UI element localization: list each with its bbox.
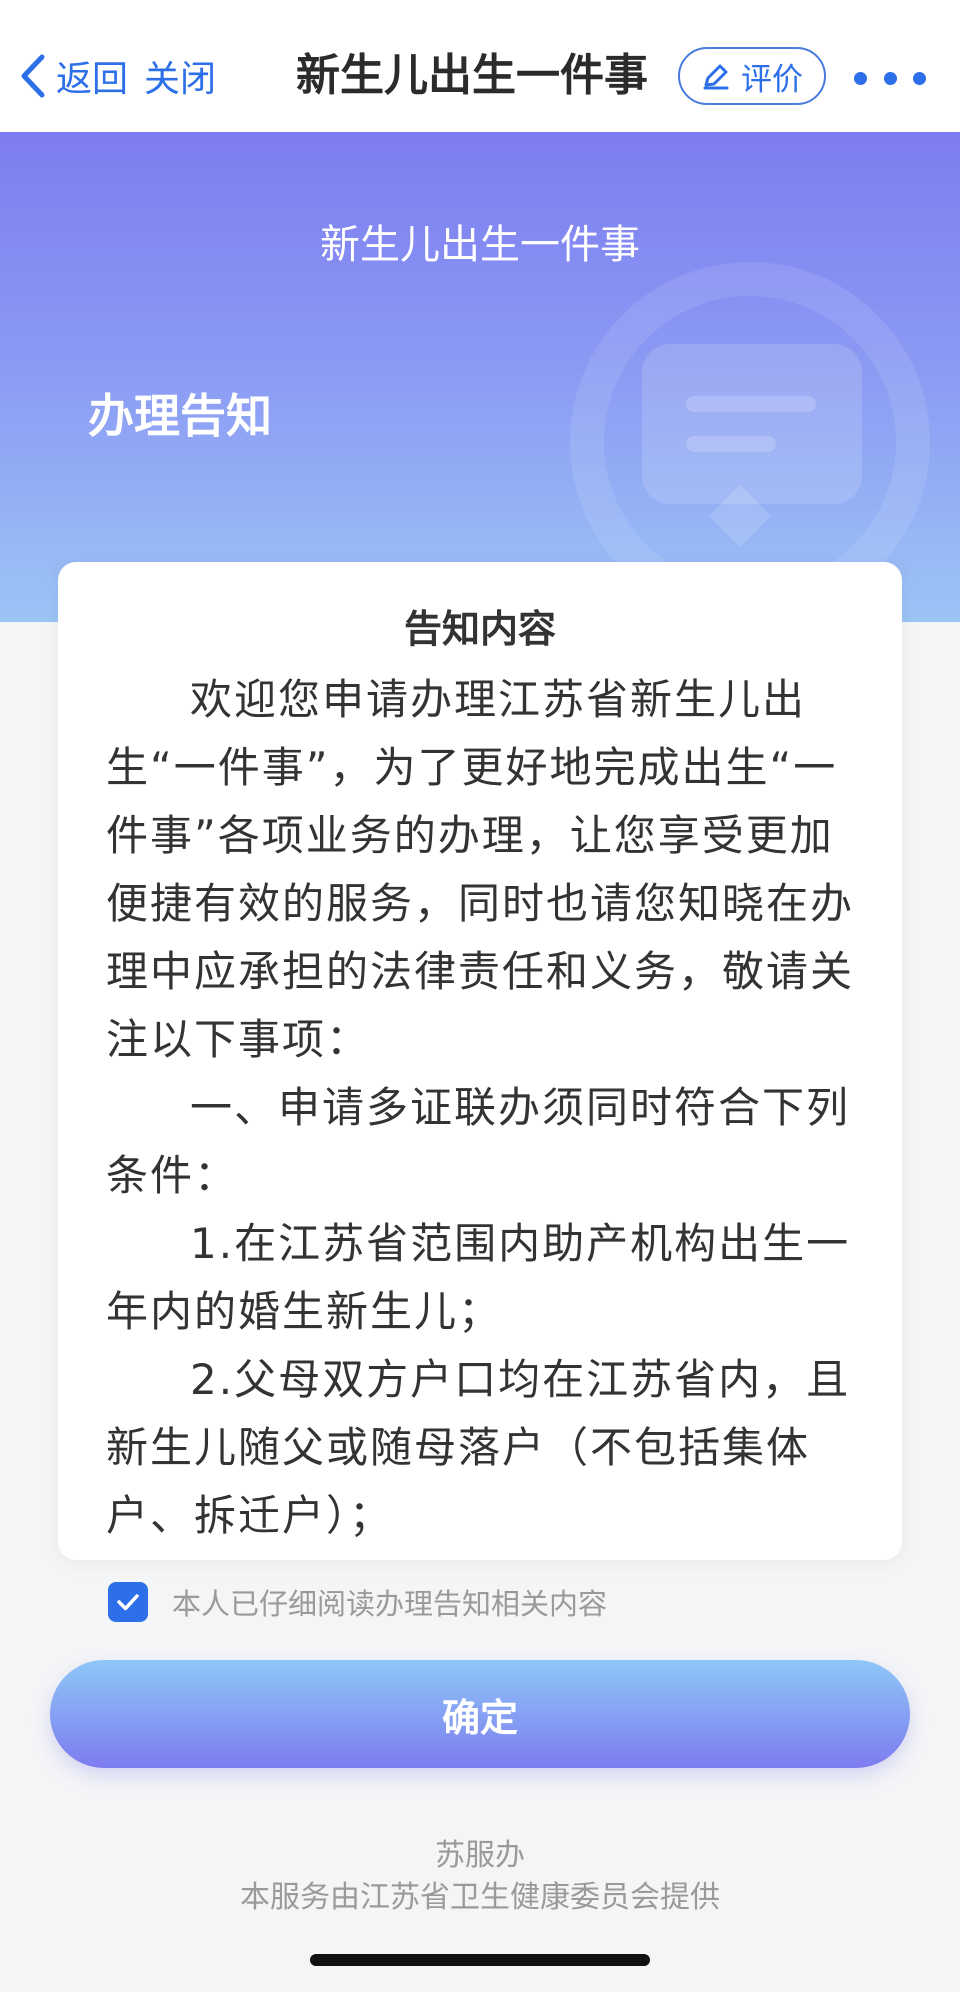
notice-card[interactable]: 告知内容 欢迎您申请办理江苏省新生儿出生“一件事”，为了更好地完成出生“一件事”… bbox=[58, 562, 902, 1560]
evaluate-button[interactable]: 评价 bbox=[678, 47, 826, 105]
page-title: 新生儿出生一件事 bbox=[296, 50, 648, 101]
header-banner: 新生儿出生一件事 办理告知 bbox=[0, 132, 960, 622]
footer-provider: 本服务由江苏省卫生健康委员会提供 bbox=[240, 1880, 720, 1915]
notice-content: 欢迎您申请办理江苏省新生儿出生“一件事”，为了更好地完成出生“一件事”各项业务的… bbox=[106, 666, 854, 1550]
notice-heading: 办理告知 bbox=[88, 389, 272, 443]
agreement-text: 本人已仔细阅读办理告知相关内容 bbox=[172, 1587, 608, 1621]
pencil-icon bbox=[703, 64, 729, 90]
notice-paragraph: 2.父母双方户口均在江苏省内，且新生儿随父或随母落户（不包括集体户、拆迁户）； bbox=[106, 1355, 851, 1540]
chevron-left-icon bbox=[21, 54, 45, 98]
agree-checkbox[interactable] bbox=[108, 1582, 148, 1622]
more-dots-icon[interactable] bbox=[848, 58, 932, 98]
notice-paragraph: 一、申请多证联办须同时符合下列条件： bbox=[106, 1083, 851, 1200]
footer-brand: 苏服办 bbox=[435, 1838, 525, 1873]
checkmark-icon bbox=[117, 1594, 139, 1611]
agreement-row: 本人已仔细阅读办理告知相关内容 bbox=[108, 1580, 607, 1624]
notice-title: 告知内容 bbox=[403, 607, 556, 651]
back-label: 返回 bbox=[56, 59, 129, 100]
close-button[interactable]: 关闭 bbox=[144, 46, 216, 106]
confirm-button[interactable]: 确定 bbox=[50, 1660, 910, 1768]
back-button[interactable]: 返回 bbox=[18, 46, 128, 106]
chat-bubble-icon bbox=[642, 344, 862, 548]
evaluate-label: 评价 bbox=[741, 61, 803, 98]
notice-paragraph: 欢迎您申请办理江苏省新生儿出生“一件事”，为了更好地完成出生“一件事”各项业务的… bbox=[106, 675, 855, 1064]
top-navbar: 返回 关闭 新生儿出生一件事 评价 bbox=[0, 0, 960, 132]
banner-title: 新生儿出生一件事 bbox=[320, 222, 640, 268]
notice-paragraph: 1.在江苏省范围内助产机构出生一年内的婚生新生儿； bbox=[106, 1219, 851, 1336]
home-indicator[interactable] bbox=[310, 1954, 650, 1966]
